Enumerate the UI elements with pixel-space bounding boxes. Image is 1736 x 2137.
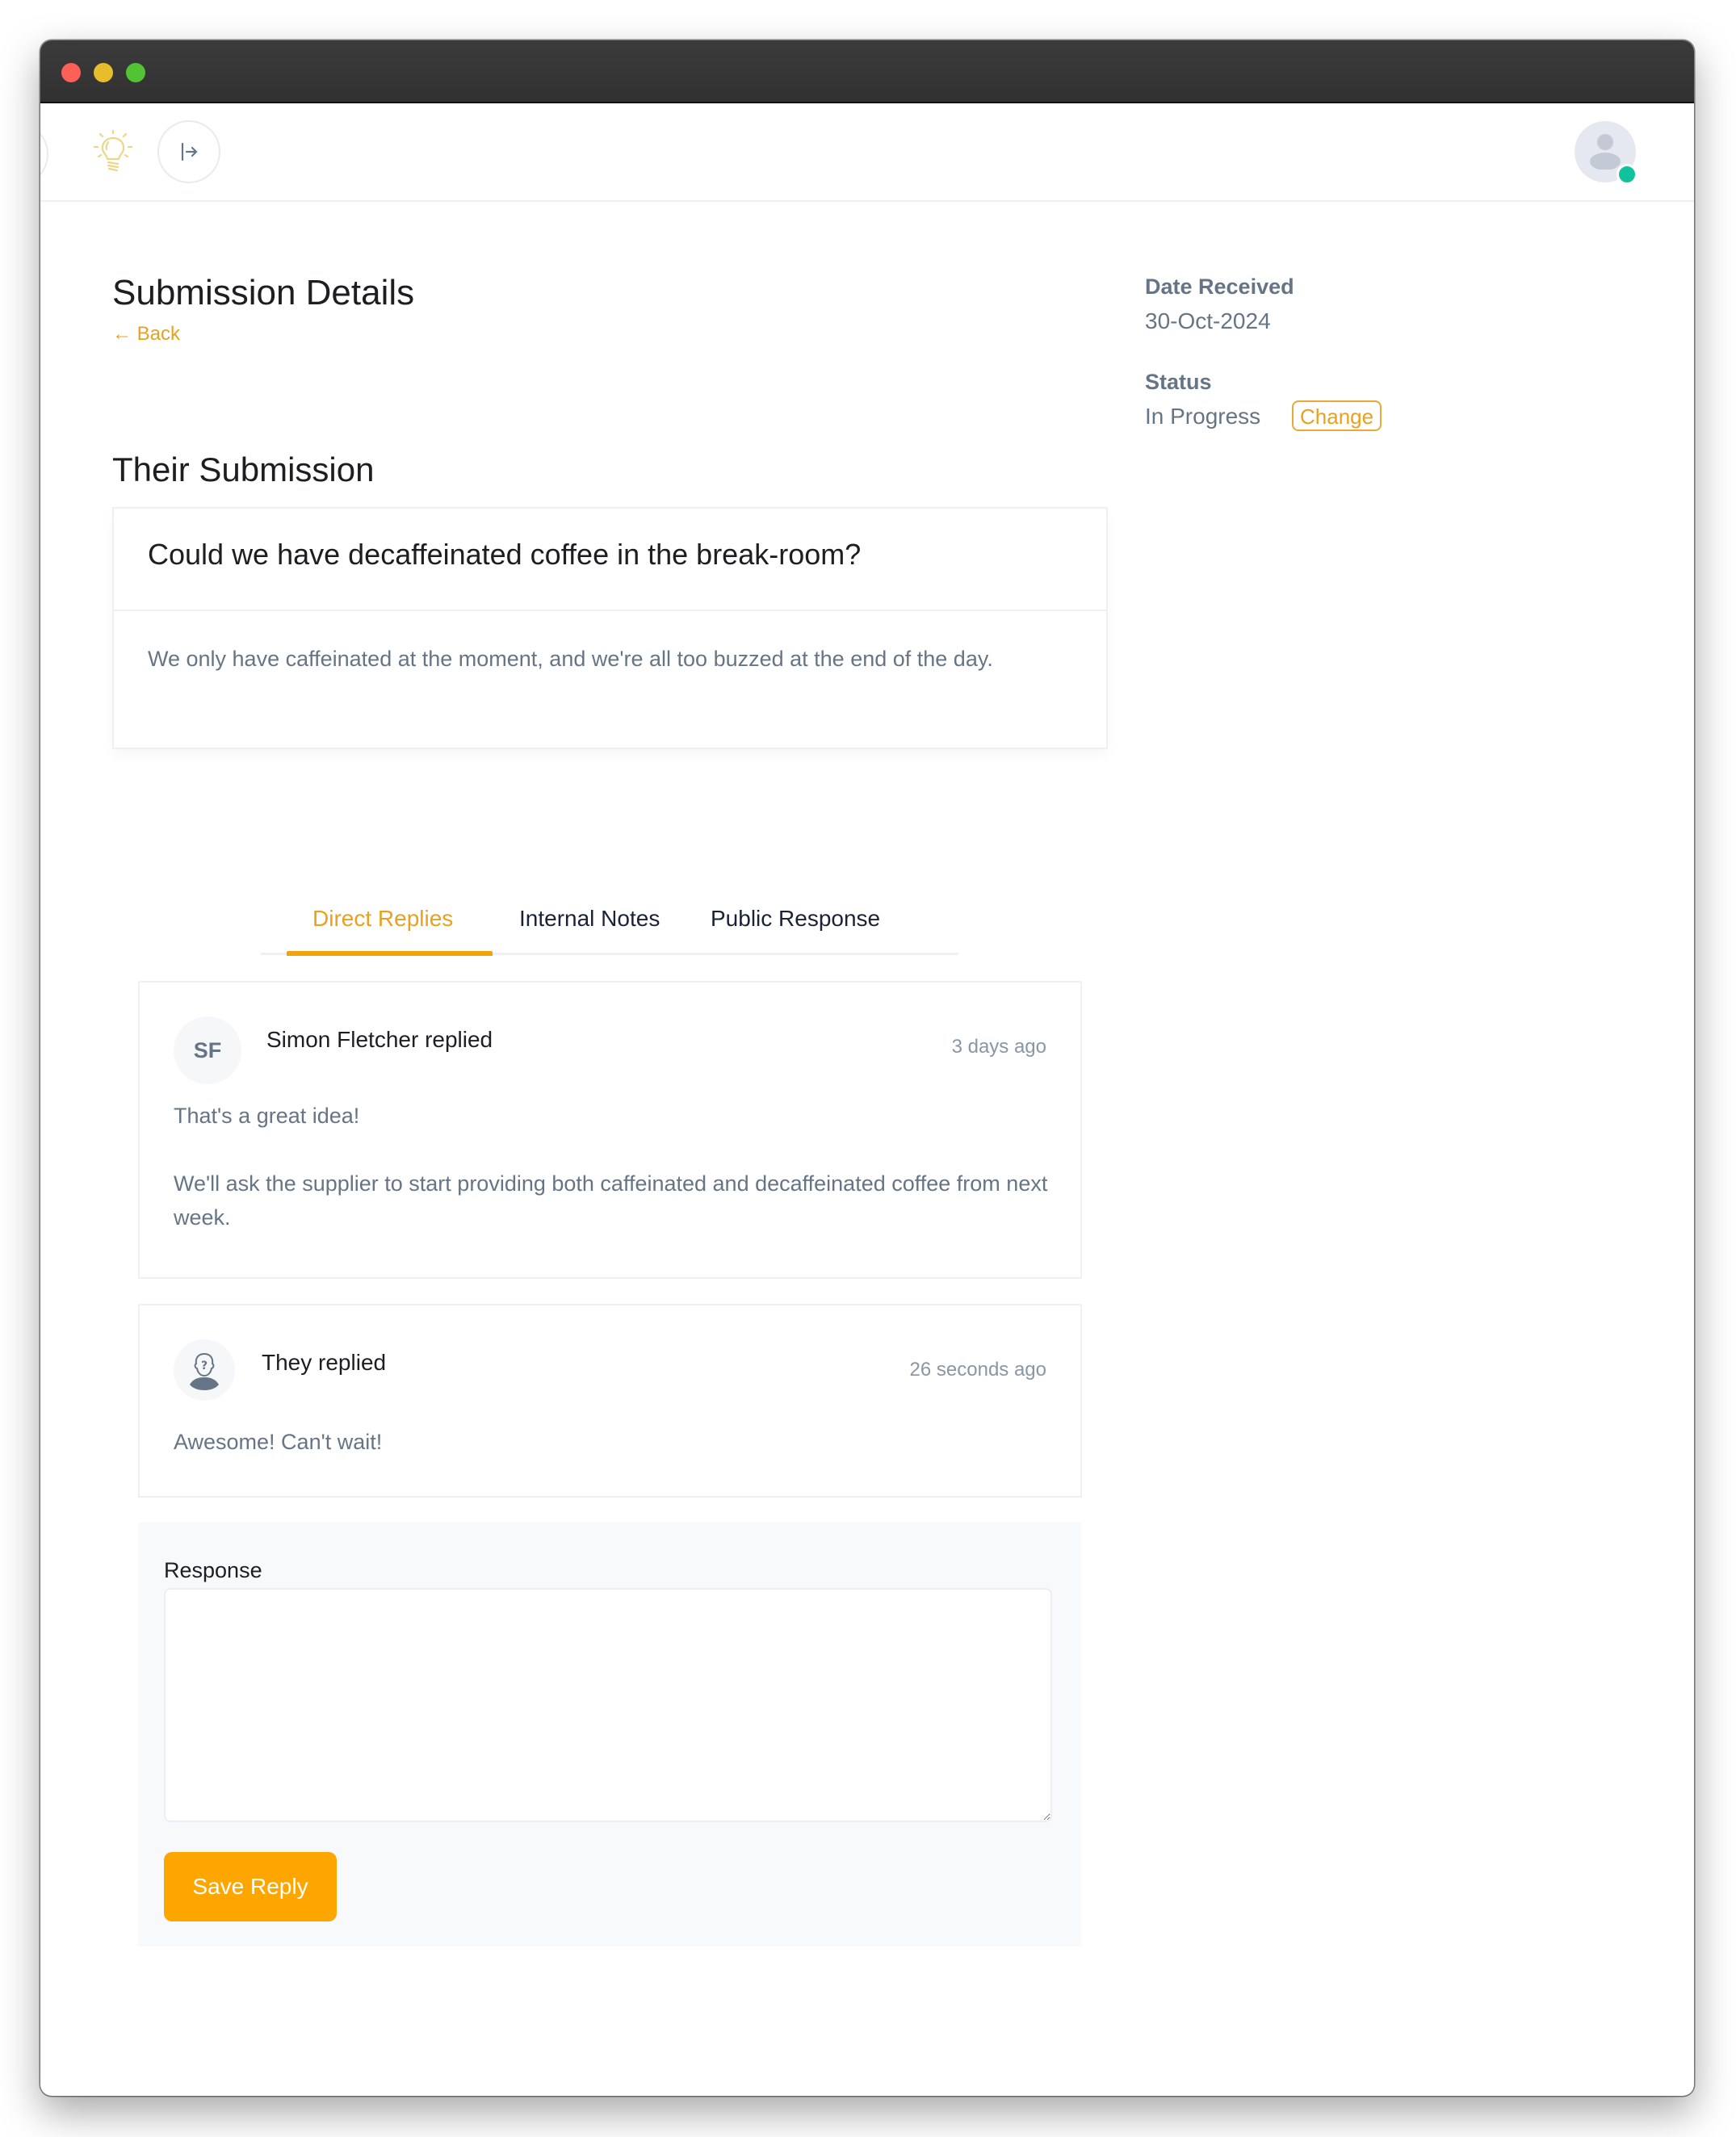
submission-card: Could we have decaffeinated coffee in th… bbox=[112, 507, 1108, 749]
status-value: In Progress bbox=[1145, 404, 1261, 429]
submission-divider bbox=[114, 610, 1106, 611]
save-reply-button[interactable]: Save Reply bbox=[164, 1852, 337, 1921]
status-label: Status bbox=[1145, 370, 1212, 394]
back-link[interactable]: ← Back bbox=[112, 323, 180, 346]
tab-direct-replies[interactable]: Direct Replies bbox=[312, 906, 453, 932]
user-avatar-icon bbox=[1590, 134, 1621, 170]
reply-tabs: Direct Replies Internal Notes Public Res… bbox=[261, 874, 958, 956]
reply-avatar: SF bbox=[174, 1016, 241, 1084]
reply-paragraph: We'll ask the supplier to start providin… bbox=[174, 1171, 1048, 1230]
change-status-button[interactable]: Change bbox=[1292, 400, 1382, 431]
lightbulb-icon[interactable] bbox=[93, 129, 133, 175]
reply-author: They replied bbox=[262, 1350, 387, 1375]
tab-internal-notes[interactable]: Internal Notes bbox=[519, 906, 660, 932]
date-received-label: Date Received bbox=[1145, 274, 1294, 299]
collapsed-nav-button[interactable] bbox=[40, 122, 48, 186]
maximize-window-button[interactable] bbox=[126, 63, 145, 82]
reply-timestamp: 26 seconds ago bbox=[909, 1359, 1046, 1381]
date-received-value: 30-Oct-2024 bbox=[1145, 308, 1271, 333]
response-label: Response bbox=[164, 1558, 262, 1582]
online-status-indicator bbox=[1616, 164, 1637, 185]
expand-sidebar-button[interactable] bbox=[157, 120, 220, 183]
their-submission-heading: Their Submission bbox=[112, 450, 375, 488]
close-window-button[interactable] bbox=[61, 63, 81, 82]
anonymous-user-icon: ? bbox=[190, 1352, 219, 1390]
reply-card: SF Simon Fletcher replied 3 days ago Tha… bbox=[138, 981, 1082, 1279]
svg-text:?: ? bbox=[201, 1360, 208, 1372]
browser-window: Submission Details ← Back Date Received … bbox=[40, 40, 1694, 2096]
submission-body: We only have caffeinated at the moment, … bbox=[148, 647, 993, 671]
reply-paragraph: That's a great idea! bbox=[174, 1104, 360, 1128]
app-header bbox=[40, 103, 1694, 202]
active-tab-indicator bbox=[287, 951, 493, 956]
reply-card: ? They replied 26 seconds ago Awesome! C… bbox=[138, 1304, 1082, 1498]
reply-paragraph: Awesome! Can't wait! bbox=[174, 1430, 383, 1454]
reply-avatar: ? bbox=[174, 1339, 235, 1401]
expand-sidebar-icon bbox=[181, 142, 198, 161]
page-title: Submission Details bbox=[112, 273, 415, 312]
submission-question: Could we have decaffeinated coffee in th… bbox=[148, 538, 862, 571]
tab-public-response[interactable]: Public Response bbox=[711, 906, 880, 932]
window-titlebar bbox=[40, 40, 1694, 103]
response-form: Response Save Reply bbox=[138, 1523, 1081, 1946]
response-textarea[interactable] bbox=[164, 1588, 1052, 1822]
reply-timestamp: 3 days ago bbox=[951, 1036, 1046, 1058]
reply-author: Simon Fletcher replied bbox=[266, 1027, 493, 1052]
minimize-window-button[interactable] bbox=[94, 63, 113, 82]
